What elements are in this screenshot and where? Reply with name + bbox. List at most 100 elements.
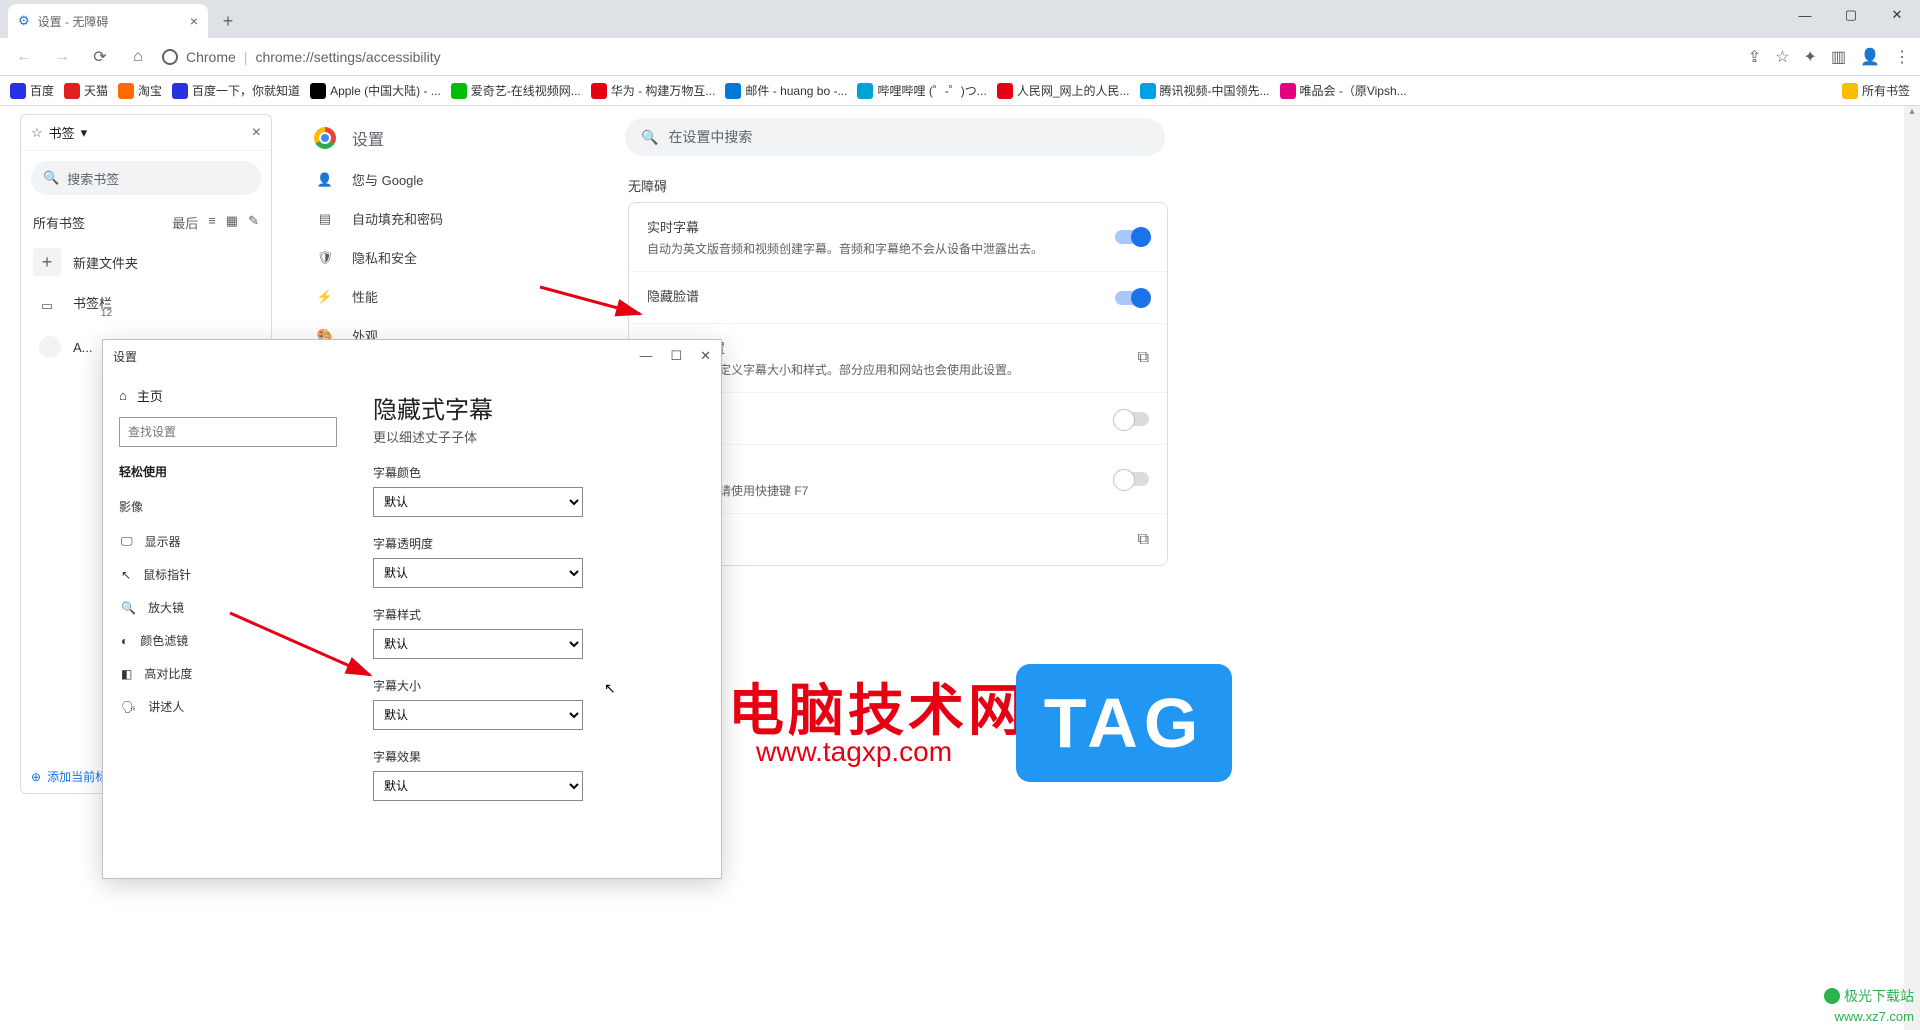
sidebar-item-icon: ◧ [121, 667, 132, 681]
forward-icon[interactable]: → [48, 48, 76, 66]
nav-label: 自动填充和密码 [352, 209, 443, 228]
edit-icon[interactable]: ✎ [248, 213, 259, 232]
plus-icon: + [33, 248, 61, 276]
reload-icon[interactable]: ⟳ [86, 47, 114, 67]
minimize-button[interactable]: — [1782, 0, 1828, 30]
toggle-switch[interactable] [1115, 291, 1149, 305]
bookmark-label: 百度 [30, 82, 54, 99]
omnibox[interactable]: Chrome | chrome://settings/accessibility [162, 49, 441, 65]
win-sidebar-item[interactable]: ↖鼠标指针 [119, 558, 337, 591]
sidebar-item-label: 鼠标指针 [143, 566, 191, 583]
bookmark-label: 爱奇艺-在线视频网... [471, 82, 581, 99]
close-tab-icon[interactable]: × [190, 13, 198, 29]
field-select[interactable]: 默认 [373, 700, 583, 730]
toggle-switch[interactable] [1115, 412, 1149, 426]
bookmark-label: Apple (中国大陆) - ... [330, 82, 441, 99]
settings-search[interactable]: 🔍 在设置中搜索 [625, 118, 1165, 156]
person-icon: 👤 [316, 172, 334, 188]
all-bookmarks-row[interactable]: 所有书签 最后 ≡ ▦ ✎ [21, 205, 271, 240]
caption-field: 字幕效果默认 [373, 748, 701, 801]
win-sidebar-item[interactable]: ◧高对比度 [119, 657, 337, 690]
folder-icon: ▭ [33, 292, 61, 320]
win-sidebar-item[interactable]: 🔍放大镜 [119, 591, 337, 624]
favicon [1280, 83, 1296, 99]
new-folder-row[interactable]: + 新建文件夹 [21, 240, 271, 284]
sidebar-item-icon: 🗣 [121, 700, 136, 714]
profile-icon[interactable]: 👤 [1860, 47, 1880, 67]
bookmark-item[interactable]: 人民网_网上的人民... [997, 82, 1130, 99]
settings-nav-item[interactable]: 🛡隐私和安全 [300, 238, 580, 277]
settings-nav-item[interactable]: ⚡性能 [300, 277, 580, 316]
win-close-button[interactable]: ✕ [700, 348, 711, 364]
bookmark-item[interactable]: 淘宝 [118, 82, 162, 99]
close-panel-icon[interactable]: × [252, 124, 261, 142]
win-sidebar-item[interactable]: ◐颜色滤镜 [119, 624, 337, 657]
win-search-input[interactable] [119, 417, 337, 447]
bookmark-item[interactable]: 华为 - 构建万物互... [591, 82, 716, 99]
watermark-badge: TAG [1016, 664, 1232, 782]
bookmark-item[interactable]: 哔哩哔哩 (゜-゜)つ... [857, 82, 986, 99]
autofill-icon: ▤ [316, 211, 334, 227]
all-bookmarks[interactable]: 所有书签 [1842, 82, 1910, 99]
maximize-button[interactable]: ▢ [1828, 0, 1874, 30]
win-maximize-button[interactable]: ☐ [670, 348, 682, 364]
settings-nav-item[interactable]: 👤您与 Google [300, 160, 580, 199]
favicon [997, 83, 1013, 99]
bookmark-item[interactable]: 天猫 [64, 82, 108, 99]
home-icon[interactable]: ⌂ [124, 48, 152, 66]
favicon [591, 83, 607, 99]
favicon [10, 83, 26, 99]
field-label: 字幕效果 [373, 748, 701, 765]
bookmark-label: 淘宝 [138, 82, 162, 99]
win-main: 隐藏式字幕 更以细述丈子子体 字幕颜色默认字幕透明度默认字幕样式默认字幕大小默认… [353, 372, 721, 878]
bookmark-item[interactable]: Apple (中国大陆) - ... [310, 82, 441, 99]
settings-nav-item[interactable]: ▤ 自动填充和密码 [300, 199, 580, 238]
field-select[interactable]: 默认 [373, 771, 583, 801]
win-home[interactable]: ⌂ 主页 [119, 386, 337, 405]
tab-title: 设置 - 无障碍 [38, 13, 109, 30]
grid-icon[interactable]: ▦ [226, 213, 238, 232]
field-select[interactable]: 默认 [373, 558, 583, 588]
sidebar-item-icon: 🔍 [121, 601, 136, 615]
favicon [725, 83, 741, 99]
apple-icon [39, 336, 61, 358]
bookmark-item[interactable]: 百度一下，你就知道 [172, 82, 300, 99]
close-window-button[interactable]: ✕ [1874, 0, 1920, 30]
settings-row[interactable]: 隐藏脸谱 [629, 272, 1167, 324]
new-tab-button[interactable]: + [214, 7, 242, 35]
extensions-icon[interactable]: ✦ [1804, 47, 1817, 67]
sidepanel-icon[interactable]: ▥ [1831, 47, 1846, 67]
chevron-down-icon[interactable]: ▾ [81, 125, 88, 141]
filter-icon[interactable]: ≡ [208, 213, 216, 232]
bookmark-label: 唯品会 -（原Vipsh... [1300, 82, 1407, 99]
sort-label[interactable]: 最后 [172, 213, 198, 232]
external-link-icon[interactable]: ⧉ [1138, 349, 1149, 367]
field-select[interactable]: 默认 [373, 629, 583, 659]
toggle-switch[interactable] [1115, 230, 1149, 244]
browser-tab[interactable]: ⚙ 设置 - 无障碍 × [8, 4, 208, 38]
win-sidebar-item[interactable]: 🗣讲述人 [119, 690, 337, 723]
bookmark-item[interactable]: 唯品会 -（原Vipsh... [1280, 82, 1407, 99]
win-main-title: 隐藏式字幕 [373, 390, 701, 425]
bookmarks-bar-folder[interactable]: ▭ 书签栏 12 [21, 284, 271, 328]
bookmarks-search[interactable]: 🔍 搜索书签 [31, 161, 261, 195]
win-minimize-button[interactable]: — [639, 348, 652, 364]
bookmark-item[interactable]: 爱奇艺-在线视频网... [451, 82, 581, 99]
settings-row[interactable]: 实时字幕自动为英文版音频和视频创建字幕。音频和字幕绝不会从设备中泄露出去。 [629, 203, 1167, 272]
toggle-switch[interactable] [1115, 472, 1149, 486]
win-sidebar-item[interactable]: 🖵显示器 [119, 525, 337, 558]
share-icon[interactable]: ⇪ [1748, 47, 1761, 67]
win-category: 轻松使用 [119, 463, 337, 480]
external-link-icon[interactable]: ⧉ [1138, 531, 1149, 549]
back-icon[interactable]: ← [10, 48, 38, 66]
bookmark-item[interactable]: 腾讯视频-中国领先... [1140, 82, 1270, 99]
bookmark-item[interactable]: 邮件 - huang bo -... [725, 82, 847, 99]
win-sidebar: ⌂ 主页 轻松使用 影像 🖵显示器↖鼠标指针🔍放大镜◐颜色滤镜◧高对比度🗣讲述人 [103, 372, 353, 878]
field-select[interactable]: 默认 [373, 487, 583, 517]
menu-icon[interactable]: ⋮ [1894, 47, 1910, 67]
scrollbar[interactable]: ▴ [1904, 106, 1920, 1030]
chrome-icon [162, 49, 178, 65]
win-subcategory: 影像 [119, 498, 337, 515]
bookmark-item[interactable]: 百度 [10, 82, 54, 99]
star-icon[interactable]: ☆ [1775, 47, 1789, 67]
